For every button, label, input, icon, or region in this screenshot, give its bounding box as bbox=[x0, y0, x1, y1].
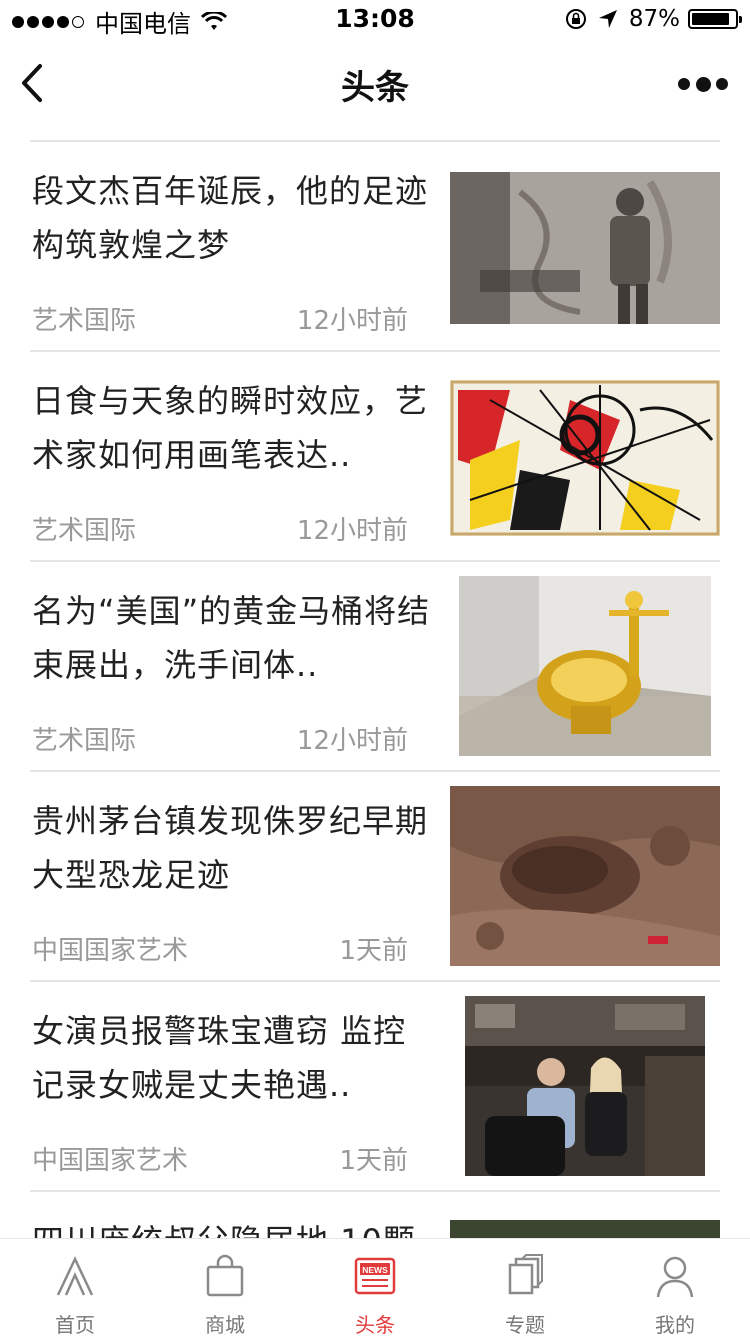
more-dot-icon bbox=[695, 76, 711, 92]
article-thumbnail[interactable] bbox=[450, 172, 720, 324]
shopping-bag-icon bbox=[206, 1254, 244, 1297]
battery-percent: 87% bbox=[628, 6, 680, 32]
article-item[interactable]: 四川庞统叔父隐居地 10颗 bbox=[30, 1192, 720, 1240]
status-bar: 中国电信 13:08 87% bbox=[0, 0, 750, 40]
article-time: 1天前 bbox=[339, 936, 408, 966]
article-item[interactable]: 贵州茅台镇发现侏罗纪早期大型恐龙足迹 中国国家艺术 1天前 bbox=[30, 772, 720, 982]
article-thumbnail[interactable] bbox=[465, 996, 705, 1176]
system-status: 87% bbox=[555, 6, 742, 32]
more-options-button[interactable] bbox=[678, 70, 728, 98]
article-time: 12小时前 bbox=[296, 306, 408, 336]
article-time: 12小时前 bbox=[296, 726, 408, 756]
article-source: 中国国家艺术 bbox=[32, 936, 189, 966]
article-source: 中国国家艺术 bbox=[32, 1146, 189, 1176]
article-source: 艺术国际 bbox=[32, 726, 137, 756]
article-source: 艺术国际 bbox=[32, 306, 137, 336]
news-icon: NEWS bbox=[354, 1257, 396, 1295]
tab-home[interactable]: 首页 bbox=[0, 1239, 150, 1337]
navigation-bar: 头条 bbox=[0, 40, 750, 128]
article-title[interactable]: 名为“美国”的黄金马桶将结束展出，洗手间体.. bbox=[32, 584, 432, 692]
topics-icon bbox=[508, 1254, 543, 1295]
tab-topics[interactable]: 专题 bbox=[450, 1239, 600, 1337]
svg-text:NEWS: NEWS bbox=[362, 1265, 388, 1275]
article-title[interactable]: 女演员报警珠宝遭窃 监控记录女贼是丈夫艳遇.. bbox=[32, 1004, 432, 1112]
tab-profile[interactable]: 我的 bbox=[600, 1239, 750, 1337]
location-arrow-icon bbox=[598, 10, 617, 28]
bottom-tab-bar: 首页 商城 NEWS 头条 专题 我的 bbox=[0, 1238, 750, 1337]
rotation-lock-icon bbox=[565, 9, 586, 29]
article-thumbnail[interactable] bbox=[450, 1220, 720, 1240]
article-time: 12小时前 bbox=[296, 516, 408, 546]
more-dot-icon bbox=[716, 78, 728, 90]
article-title[interactable]: 四川庞统叔父隐居地 10颗 bbox=[32, 1214, 432, 1240]
article-time: 1天前 bbox=[339, 1146, 408, 1176]
tab-shop[interactable]: 商城 bbox=[150, 1239, 300, 1337]
article-item[interactable]: 段文杰百年诞辰，他的足迹构筑敦煌之梦 艺术国际 12小时前 bbox=[30, 142, 720, 352]
page-title: 头条 bbox=[341, 68, 409, 108]
article-source: 艺术国际 bbox=[32, 516, 137, 546]
article-item[interactable]: 日食与天象的瞬时效应，艺术家如何用画笔表达.. 艺术国际 12小时前 bbox=[30, 352, 720, 562]
news-feed[interactable]: 段文杰百年诞辰，他的足迹构筑敦煌之梦 艺术国际 12小时前 日食与天象的瞬时效应… bbox=[30, 140, 720, 1240]
battery-icon bbox=[688, 9, 742, 29]
article-item[interactable]: 名为“美国”的黄金马桶将结束展出，洗手间体.. 艺术国际 12小时前 bbox=[30, 562, 720, 772]
article-title[interactable]: 日食与天象的瞬时效应，艺术家如何用画笔表达.. bbox=[32, 374, 432, 482]
article-thumbnail[interactable] bbox=[450, 786, 720, 966]
article-thumbnail[interactable] bbox=[450, 380, 720, 536]
article-thumbnail[interactable] bbox=[459, 576, 711, 756]
home-icon bbox=[56, 1256, 94, 1296]
article-title[interactable]: 贵州茅台镇发现侏罗纪早期大型恐龙足迹 bbox=[32, 794, 432, 902]
profile-icon bbox=[656, 1256, 694, 1298]
article-title[interactable]: 段文杰百年诞辰，他的足迹构筑敦煌之梦 bbox=[32, 164, 432, 272]
more-dot-icon bbox=[678, 78, 690, 90]
article-item[interactable]: 女演员报警珠宝遭窃 监控记录女贼是丈夫艳遇.. 中国国家艺术 1天前 bbox=[30, 982, 720, 1192]
tab-headlines[interactable]: NEWS 头条 bbox=[300, 1239, 450, 1337]
